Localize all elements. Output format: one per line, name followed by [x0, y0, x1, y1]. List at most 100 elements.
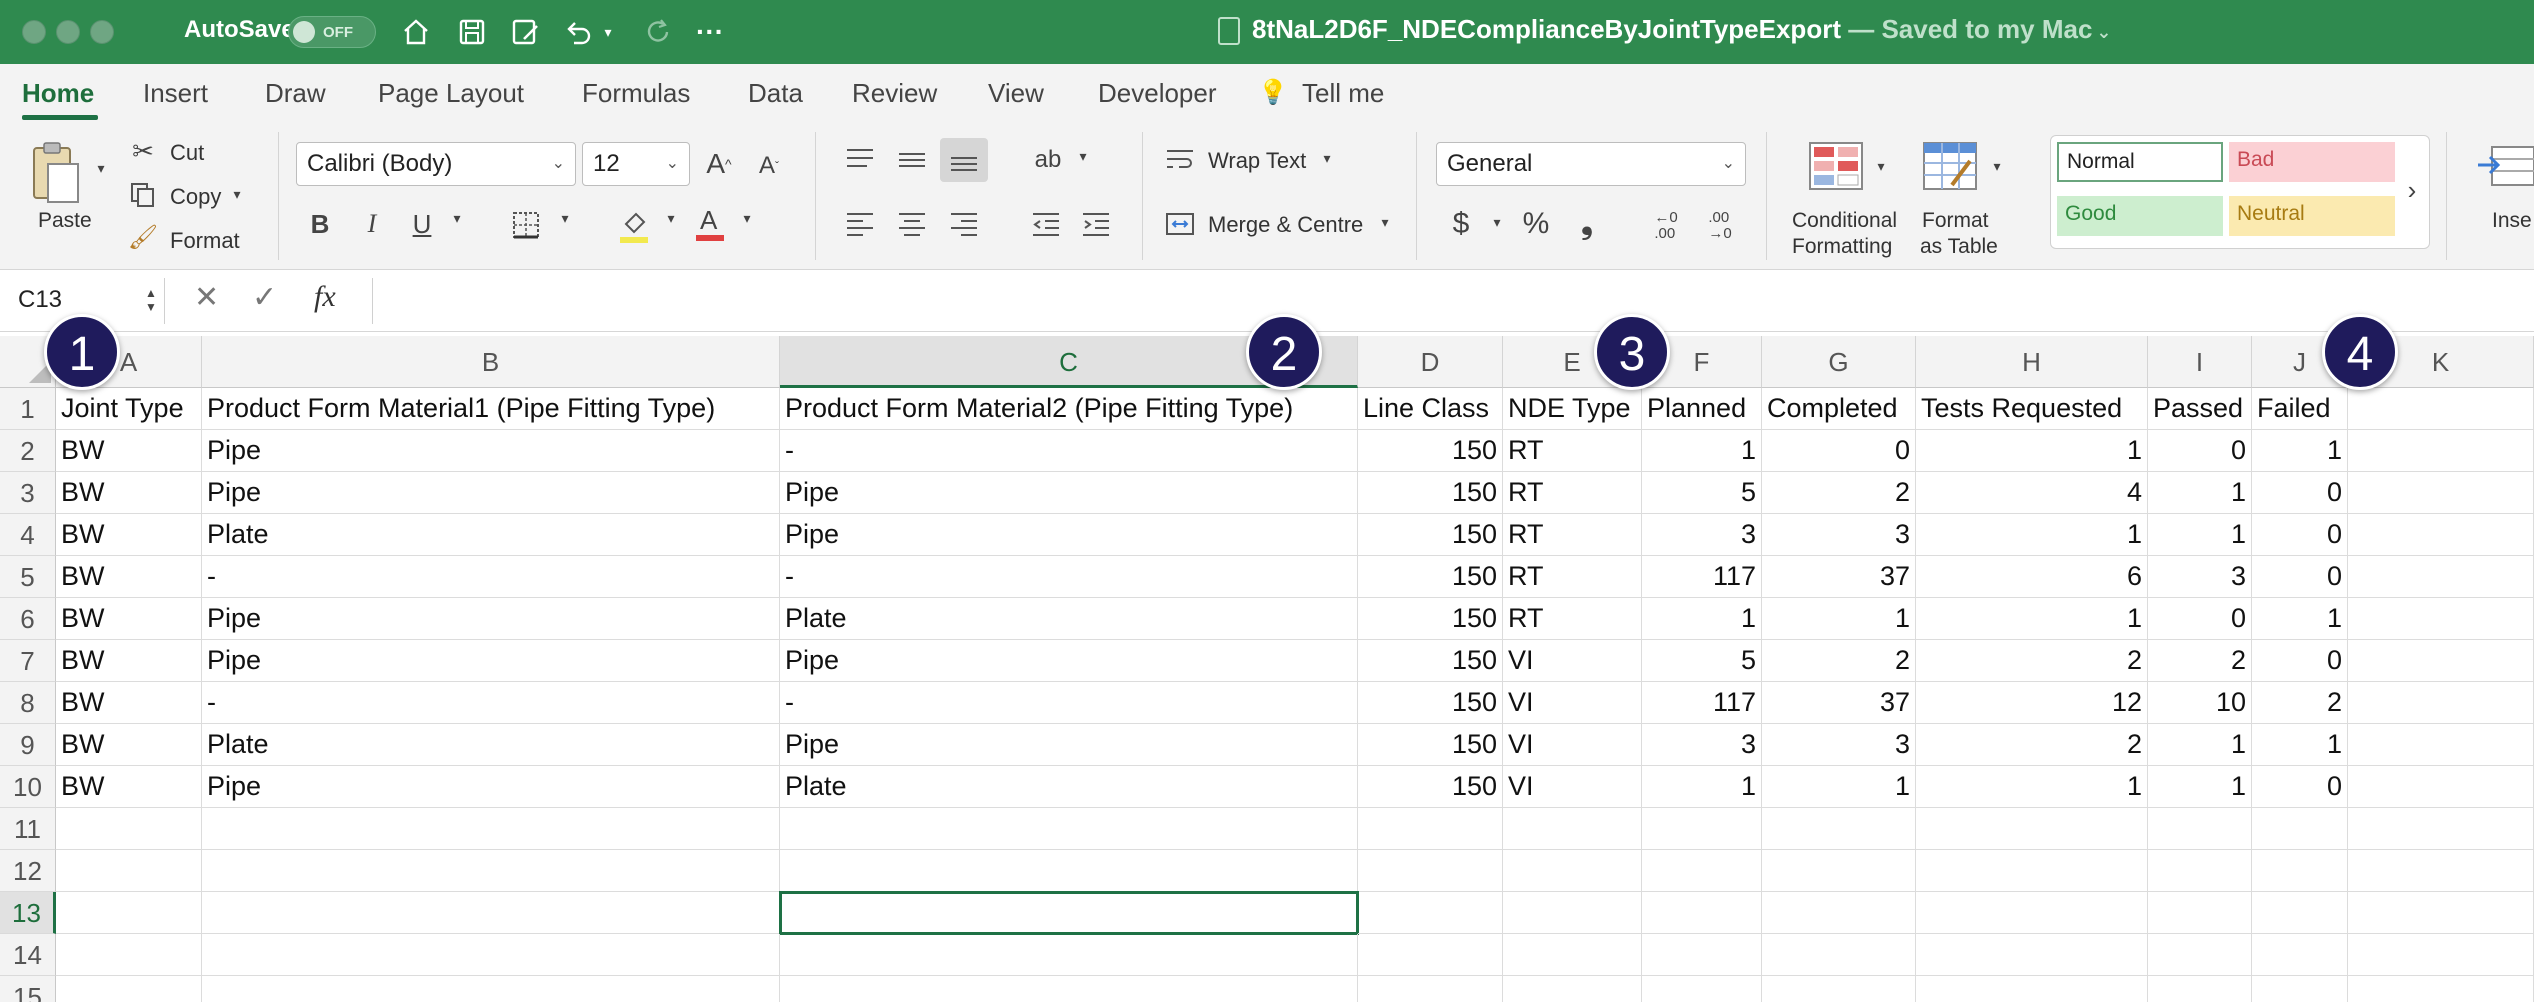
data-cell[interactable]: 37 [1762, 682, 1916, 724]
align-right-icon[interactable] [946, 206, 982, 242]
data-cell[interactable]: BW [56, 766, 202, 808]
data-cell[interactable] [780, 934, 1358, 976]
conditional-formatting-label-line2[interactable]: Formatting [1792, 234, 1892, 259]
data-cell[interactable] [2252, 850, 2348, 892]
conditional-formatting-dropdown-icon[interactable]: ▾ [1872, 158, 1890, 175]
header-cell[interactable]: Planned [1642, 388, 1762, 430]
column-header-h[interactable]: H [1916, 336, 2148, 388]
data-cell[interactable]: 1 [1642, 598, 1762, 640]
data-cell[interactable] [2348, 850, 2534, 892]
data-cell[interactable]: 0 [2252, 640, 2348, 682]
row-header[interactable]: 11 [0, 808, 56, 850]
row-header[interactable]: 8 [0, 682, 56, 724]
align-middle-icon[interactable] [894, 142, 930, 178]
data-cell[interactable]: 2 [1916, 640, 2148, 682]
column-header-d[interactable]: D [1358, 336, 1503, 388]
row-header[interactable]: 3 [0, 472, 56, 514]
data-cell[interactable]: 0 [2252, 472, 2348, 514]
name-box-stepper-icon[interactable]: ▲ ▼ [142, 280, 160, 320]
tab-review[interactable]: Review [852, 78, 937, 109]
data-cell[interactable] [2348, 430, 2534, 472]
row-header[interactable]: 1 [0, 388, 56, 430]
data-cell[interactable] [2348, 892, 2534, 934]
row-header[interactable]: 2 [0, 430, 56, 472]
data-cell[interactable]: BW [56, 556, 202, 598]
header-cell[interactable]: Completed [1762, 388, 1916, 430]
data-cell[interactable]: 0 [2252, 514, 2348, 556]
header-cell[interactable]: Failed [2252, 388, 2348, 430]
data-cell[interactable] [56, 976, 202, 1002]
data-cell[interactable] [202, 808, 780, 850]
data-cell[interactable] [56, 808, 202, 850]
data-cell[interactable]: Pipe [780, 472, 1358, 514]
data-cell[interactable]: Pipe [202, 766, 780, 808]
data-cell[interactable]: 2 [1916, 724, 2148, 766]
data-cell[interactable]: 1 [1762, 598, 1916, 640]
data-cell[interactable] [2348, 556, 2534, 598]
data-cell[interactable] [1642, 892, 1762, 934]
insert-label[interactable]: Inse [2492, 208, 2532, 233]
data-cell[interactable]: 3 [2148, 556, 2252, 598]
data-cell[interactable]: 1 [2252, 724, 2348, 766]
data-cell[interactable]: Pipe [202, 472, 780, 514]
data-cell[interactable] [2348, 766, 2534, 808]
data-cell[interactable] [1358, 850, 1503, 892]
data-cell[interactable]: 0 [2252, 766, 2348, 808]
data-cell[interactable]: 150 [1358, 724, 1503, 766]
data-cell[interactable] [2252, 892, 2348, 934]
bold-button[interactable]: B [306, 206, 334, 242]
undo-icon[interactable] [558, 14, 598, 50]
increase-font-size-icon[interactable]: A ^ [702, 146, 736, 182]
chevron-right-icon[interactable]: › [2401, 172, 2423, 208]
data-cell[interactable]: BW [56, 724, 202, 766]
cut-button[interactable]: Cut [170, 140, 204, 166]
data-cell[interactable] [1503, 808, 1642, 850]
data-cell[interactable]: Plate [202, 724, 780, 766]
data-cell[interactable]: Plate [780, 766, 1358, 808]
data-cell[interactable]: 150 [1358, 430, 1503, 472]
data-cell[interactable] [2348, 976, 2534, 1002]
data-cell[interactable]: 150 [1358, 682, 1503, 724]
paste-label[interactable]: Paste [38, 208, 92, 233]
data-cell[interactable] [2252, 934, 2348, 976]
data-cell[interactable] [1916, 808, 2148, 850]
data-cell[interactable]: Pipe [202, 430, 780, 472]
data-cell[interactable]: 3 [1642, 724, 1762, 766]
data-cell[interactable] [1503, 892, 1642, 934]
data-cell[interactable] [2348, 640, 2534, 682]
currency-button[interactable]: $ [1446, 204, 1476, 244]
wrap-text-dropdown-icon[interactable]: ▾ [1318, 150, 1336, 167]
data-cell[interactable] [1642, 976, 1762, 1002]
close-window-button[interactable] [22, 20, 46, 44]
row-header[interactable]: 6 [0, 598, 56, 640]
data-cell[interactable] [1762, 976, 1916, 1002]
data-cell[interactable]: - [202, 556, 780, 598]
data-cell[interactable]: 5 [1642, 472, 1762, 514]
data-cell[interactable]: 0 [2252, 556, 2348, 598]
header-cell[interactable]: Passed [2148, 388, 2252, 430]
format-as-table-label-line2[interactable]: as Table [1920, 234, 1998, 259]
data-cell[interactable]: 1 [2148, 472, 2252, 514]
save-as-icon[interactable] [505, 14, 545, 50]
insert-cells-icon[interactable] [2476, 140, 2534, 192]
cancel-icon[interactable]: ✕ [194, 280, 219, 315]
save-icon[interactable] [452, 14, 492, 50]
data-cell[interactable]: 1 [1762, 766, 1916, 808]
data-cell[interactable]: VI [1503, 682, 1642, 724]
borders-dropdown-icon[interactable]: ▾ [556, 210, 574, 227]
style-bad[interactable]: Bad [2229, 142, 2395, 182]
merge-centre-icon[interactable] [1162, 206, 1198, 242]
cut-icon[interactable]: ✂ [128, 136, 158, 166]
tell-me-search[interactable]: Tell me [1302, 78, 1384, 109]
wrap-text-icon[interactable] [1162, 142, 1198, 178]
data-cell[interactable]: RT [1503, 598, 1642, 640]
redo-icon[interactable] [638, 14, 678, 50]
maximize-window-button[interactable] [90, 20, 114, 44]
row-header[interactable]: 10 [0, 766, 56, 808]
tab-home[interactable]: Home [22, 78, 94, 109]
align-left-icon[interactable] [842, 206, 878, 242]
chevron-down-icon[interactable]: ⌄ [2096, 22, 2111, 42]
data-cell[interactable] [1642, 850, 1762, 892]
data-cell[interactable] [1358, 892, 1503, 934]
enter-icon[interactable]: ✓ [252, 280, 277, 315]
